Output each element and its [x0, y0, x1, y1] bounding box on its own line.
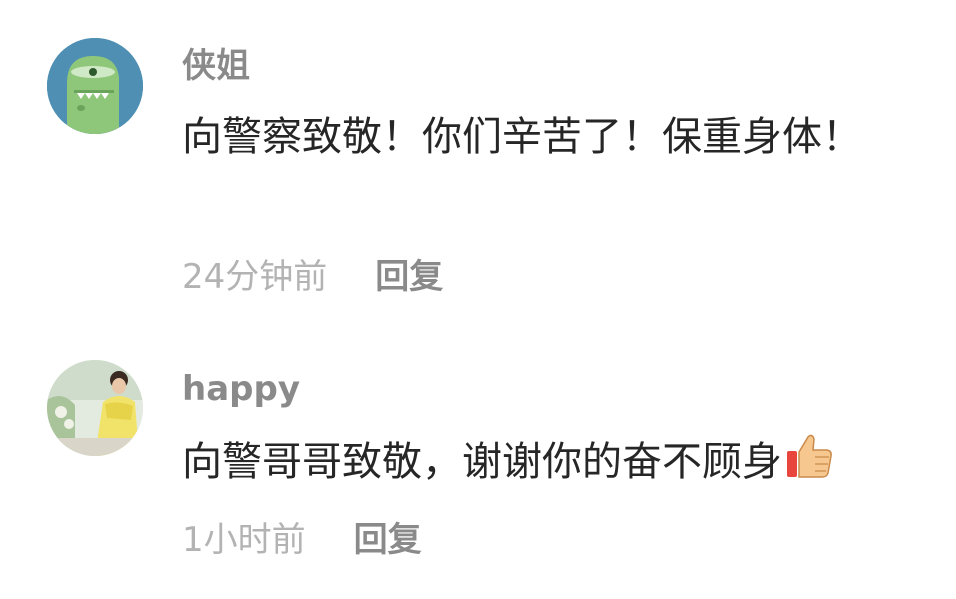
reply-button[interactable]: 回复: [354, 520, 422, 560]
user-avatar[interactable]: [47, 360, 143, 456]
comment-item: 侠姐 向警察致敬！你们辛苦了！保重身体！ 24分钟前 回复: [0, 0, 956, 320]
photo-avatar-icon: [47, 360, 143, 456]
comment-item: happy 向警哥哥致敬，谢谢你的奋不顾身 1小时前 回复: [0, 320, 956, 599]
comment-meta: 1小时前 回复: [182, 520, 422, 560]
reply-button[interactable]: 回复: [375, 257, 443, 297]
comment-timestamp: 24分钟前: [182, 257, 328, 297]
comment-text: 向警察致敬！你们辛苦了！保重身体！: [182, 114, 862, 160]
comment-username[interactable]: 侠姐: [182, 46, 250, 86]
comment-username[interactable]: happy: [182, 369, 300, 409]
user-avatar[interactable]: [47, 38, 143, 134]
green-dinosaur-icon: [47, 38, 143, 134]
comment-text-body: 向警哥哥致敬，谢谢你的奋不顾身: [182, 439, 782, 485]
comment-meta: 24分钟前 回复: [182, 257, 443, 297]
thumbs-up-icon: [784, 431, 834, 500]
comment-text: 向警哥哥致敬，谢谢你的奋不顾身: [182, 431, 882, 500]
comment-timestamp: 1小时前: [182, 520, 306, 560]
